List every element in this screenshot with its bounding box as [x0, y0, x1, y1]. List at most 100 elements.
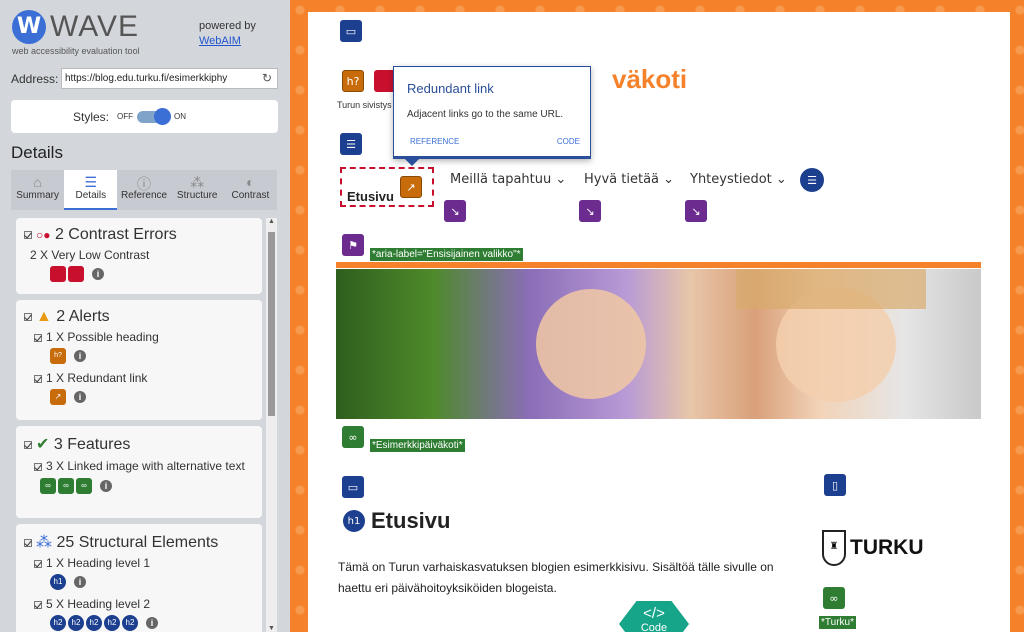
heading2-icon[interactable]: h2 [104, 614, 120, 631]
heading1-item: 1 X Heading level 1 [46, 556, 151, 570]
heading1-icon[interactable]: h1 [50, 573, 66, 590]
linked-image-icon[interactable]: ∞ [40, 477, 56, 494]
heading1-icon[interactable]: h1 [343, 510, 365, 532]
info-icon[interactable]: i [74, 349, 86, 362]
possible-heading-item: 1 X Possible heading [46, 330, 159, 344]
contrast-item: 2 X Very Low Contrast [30, 248, 150, 262]
nav-yhteystiedot[interactable]: Yhteystiedot ⌄ [690, 172, 787, 187]
tab-details[interactable]: ☰ Details [64, 170, 118, 210]
address-field[interactable]: https://blog.edu.turku.fi/esimerkkiphy ↻ [61, 68, 278, 89]
heading2-icon[interactable]: h2 [68, 614, 84, 631]
info-icon[interactable]: i [146, 616, 158, 629]
aria-label-icon[interactable]: ⚑ [342, 234, 364, 256]
sitemap-icon: ⁂ [190, 174, 205, 190]
page-paragraph: Tämä on Turun varhaiskasvatuksen blogien… [338, 560, 774, 595]
image-alt-text: *Esimerkkipäiväkoti* [370, 439, 465, 452]
nav-hyva-tietaa[interactable]: Hyvä tietää ⌄ [584, 172, 674, 187]
possible-heading-icon[interactable]: h? [50, 347, 66, 364]
redundant-link-icon[interactable]: ↗ [400, 176, 422, 198]
info-icon[interactable]: i [100, 479, 112, 492]
aria-label-text: *aria-label="Ensisijainen valikko"* [370, 248, 523, 261]
heading2-icon[interactable]: h2 [50, 614, 66, 631]
scrollbar-thumb[interactable] [268, 232, 275, 416]
linked-image-checkbox[interactable] [34, 462, 42, 471]
scrollbar-down-arrow[interactable]: ▼ [266, 625, 277, 632]
aside-region-icon[interactable]: ▯ [824, 474, 846, 496]
navigation-region-icon[interactable]: ☰ [340, 133, 362, 155]
scrollbar-up-arrow[interactable]: ▲ [266, 218, 277, 225]
code-label: Code [640, 622, 668, 632]
nav-etusivu[interactable]: Etusivu ↗ [340, 167, 434, 207]
styles-toggle-knob [154, 108, 171, 125]
wave-title: WAVE [50, 10, 140, 43]
details-panel: ○● 2 Contrast Errors 2 X Very Low Contra… [0, 218, 266, 632]
site-title: väkoti [612, 64, 688, 94]
features-title: 3 Features [53, 436, 131, 453]
alerts-checkbox[interactable] [24, 312, 32, 321]
webaim-link[interactable]: WebAIM [199, 35, 241, 47]
orange-divider [336, 262, 981, 268]
hero-face-left [536, 289, 646, 399]
possible-heading-checkbox[interactable] [34, 333, 42, 342]
turku-crest-icon: ♜ [822, 530, 846, 566]
nav-meilla-tapahtuu[interactable]: Meillä tapahtuu ⌄ [450, 172, 566, 187]
contrast-error-icon[interactable] [68, 265, 84, 282]
styles-toggle[interactable] [137, 108, 171, 125]
contrast-error-icon[interactable] [50, 265, 66, 282]
header-region-icon[interactable]: ▭ [340, 20, 362, 42]
tab-contrast[interactable]: ◐ Contrast [224, 170, 277, 210]
tab-summary[interactable]: ⌂ Summary [11, 170, 64, 210]
powered-by: powered by [199, 20, 256, 32]
panel-scrollbar[interactable]: ▲ ▼ [266, 218, 277, 632]
alerts-title: 2 Alerts [56, 308, 110, 325]
linked-image-icon[interactable]: ∞ [58, 477, 74, 494]
code-button[interactable]: </> Code [619, 601, 689, 632]
linked-image-icon[interactable]: ∞ [342, 426, 364, 448]
info-icon: ⓘ [137, 176, 151, 192]
linked-image-item: 3 X Linked image with alternative text [46, 459, 245, 473]
aria-popup-icon[interactable]: ↘ [685, 200, 707, 222]
redundant-link-checkbox[interactable] [34, 374, 42, 383]
turku-alt-text: *Turku* [819, 616, 856, 629]
list-icon[interactable]: ☰ [800, 168, 824, 192]
tab-reference[interactable]: ⓘ Reference [117, 170, 170, 210]
heading2-item: 5 X Heading level 2 [46, 597, 151, 611]
heading2-checkbox[interactable] [34, 600, 42, 609]
heading2-icon[interactable]: h2 [86, 614, 102, 631]
tooltip-text: Adjacent links go to the same URL. [407, 109, 564, 120]
styles-off-label: OFF [117, 112, 133, 121]
heading2-icon[interactable]: h2 [122, 614, 138, 631]
contrast-checkbox[interactable] [24, 230, 32, 239]
tab-structure[interactable]: ⁂ Structure [171, 170, 224, 210]
styles-on-label: ON [174, 112, 186, 121]
tooltip-title: Redundant link [407, 81, 494, 96]
possible-heading-icon[interactable]: h? [342, 70, 364, 92]
tooltip-reference-link[interactable]: REFERENCE [410, 137, 459, 146]
info-icon[interactable]: i [74, 390, 86, 403]
info-icon[interactable]: i [92, 267, 104, 280]
panel-tabs: ⌂ Summary ☰ Details ⓘ Reference ⁂ Structure … [11, 170, 277, 210]
sitemap-icon: ⁂ [36, 534, 52, 551]
check-circle-icon: ✔ [36, 436, 50, 453]
aria-popup-icon[interactable]: ↘ [444, 200, 466, 222]
heading1-checkbox[interactable] [34, 559, 42, 568]
redundant-link-icon[interactable]: ↗ [50, 388, 66, 405]
nav-etusivu-label: Etusivu [347, 189, 394, 204]
structural-card: ⁂ 25 Structural Elements 1 X Heading lev… [16, 524, 262, 632]
structural-checkbox[interactable] [24, 538, 32, 547]
page-heading: Etusivu [371, 508, 451, 533]
features-checkbox[interactable] [24, 440, 32, 449]
info-icon[interactable]: i [74, 575, 86, 588]
aria-popup-icon[interactable]: ↘ [579, 200, 601, 222]
hero-image [336, 269, 981, 419]
linked-image-icon[interactable]: ∞ [76, 477, 92, 494]
main-region-icon[interactable]: ▭ [342, 476, 364, 498]
linked-image-icon[interactable]: ∞ [823, 587, 845, 609]
reload-icon[interactable]: ↻ [262, 69, 272, 88]
contrast-title: 2 Contrast Errors [54, 226, 177, 243]
tooltip-arrow [404, 158, 420, 166]
page-viewport: ▭ h? väkoti Turun sivistys ☰ Etusivu ↗ M… [290, 0, 1024, 632]
code-icon: </> [643, 605, 665, 622]
tooltip-code-link[interactable]: CODE [557, 137, 580, 146]
home-icon: ⌂ [33, 174, 42, 190]
